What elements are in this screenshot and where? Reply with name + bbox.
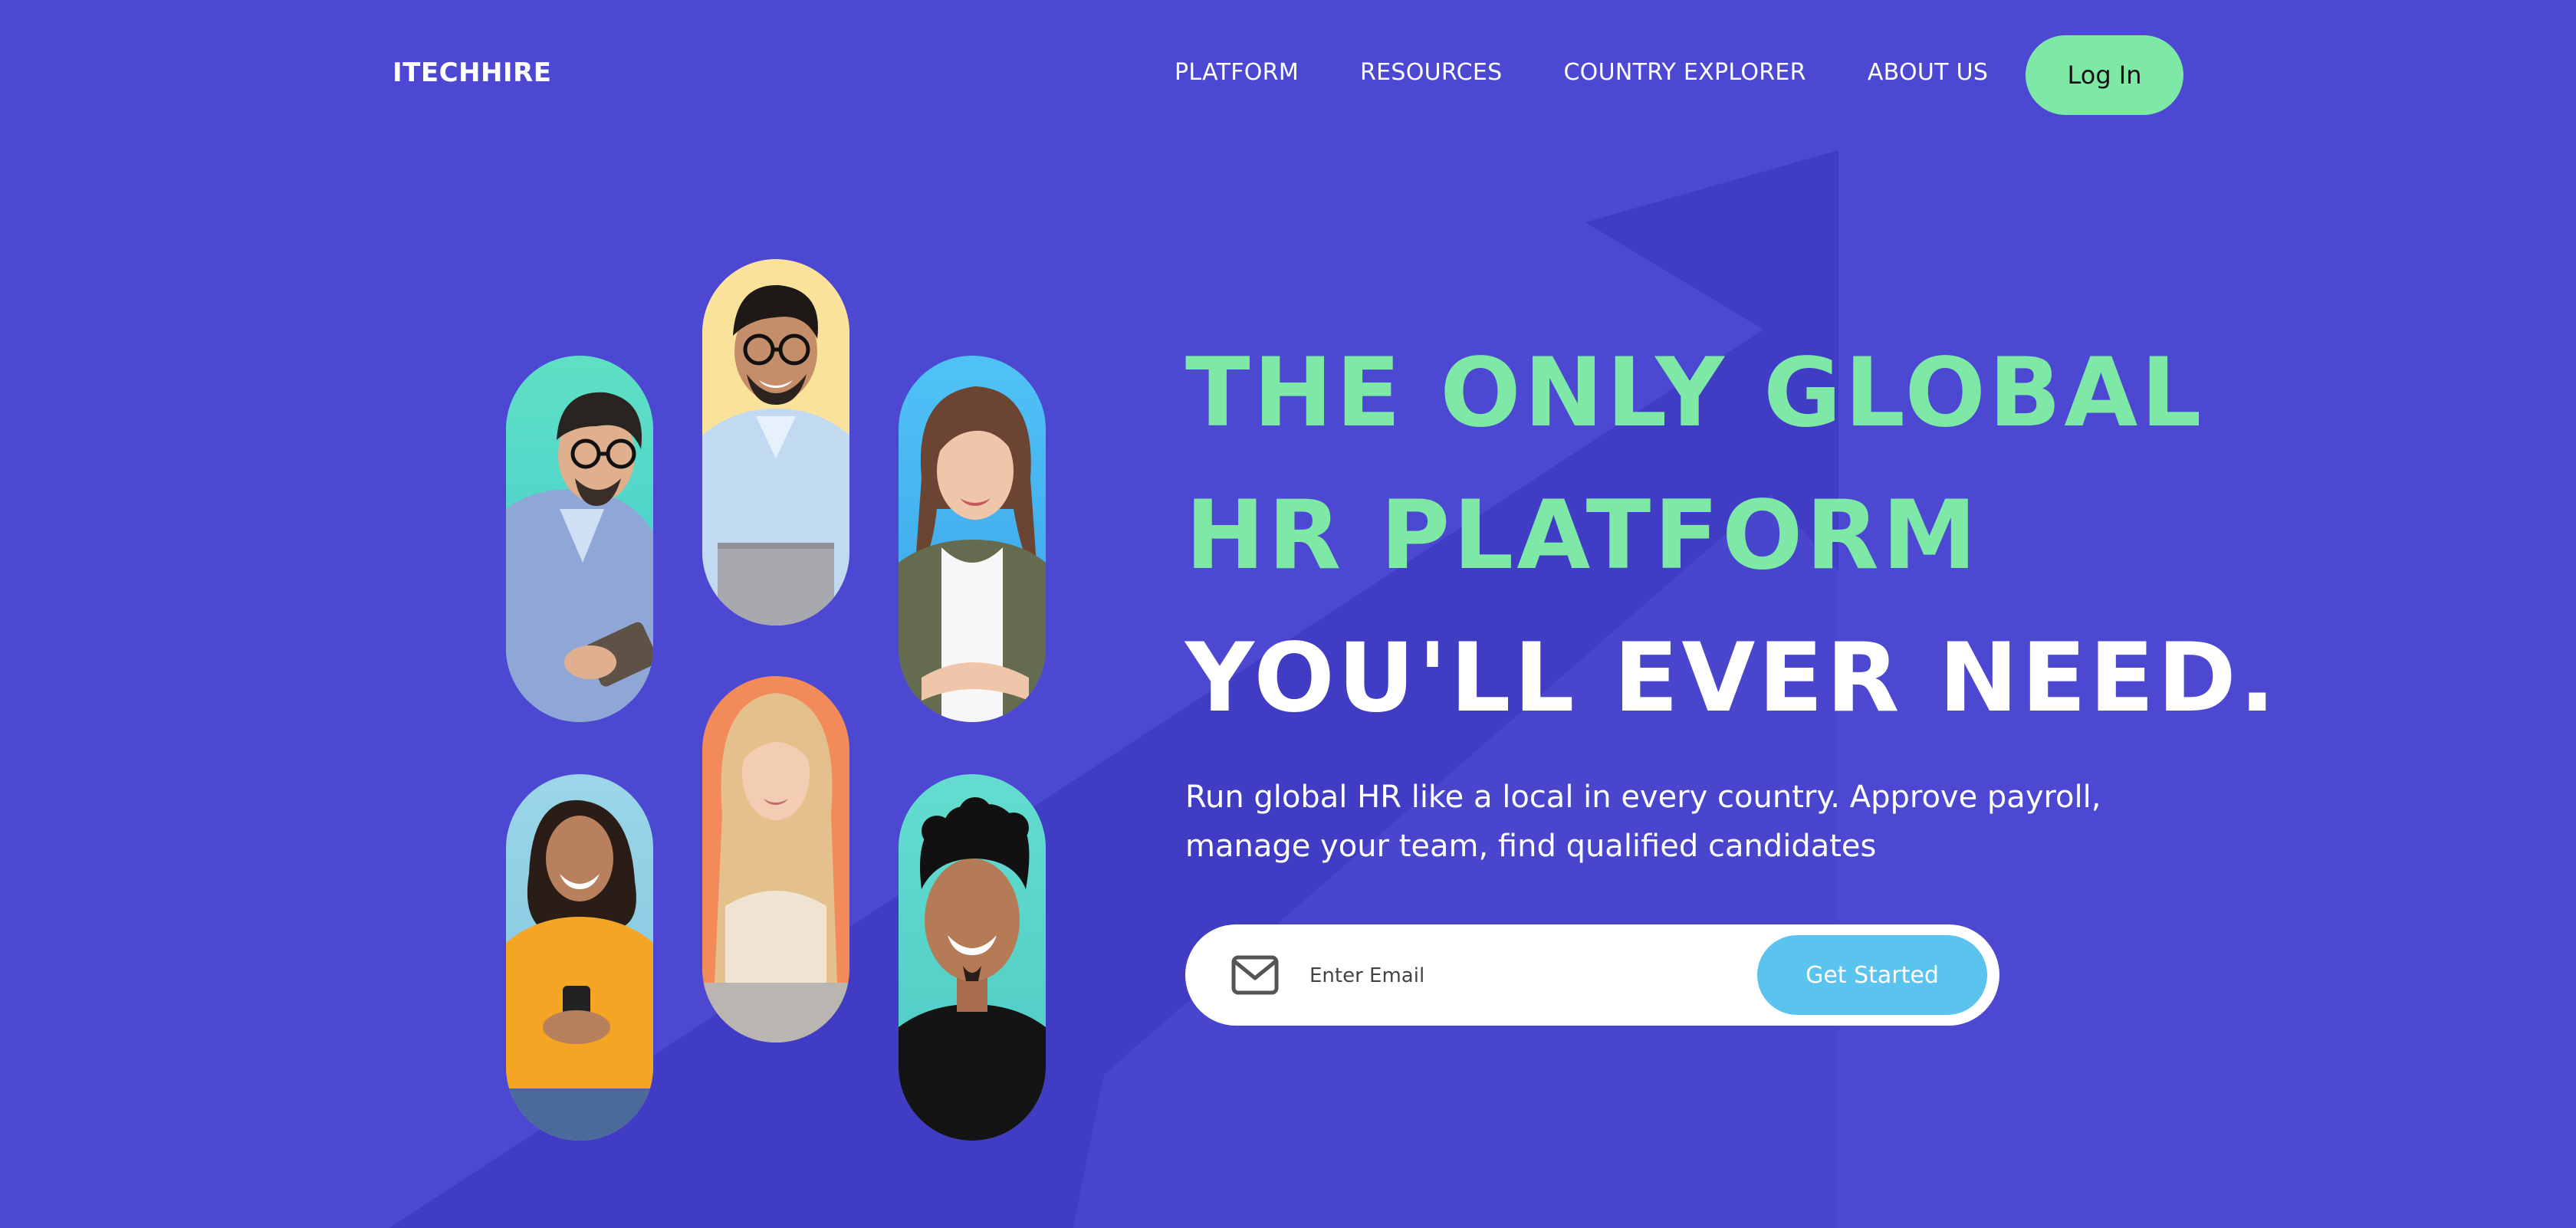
team-photo-woman-blonde xyxy=(702,676,849,1042)
landing-page: ITECHHIRE PLATFORM RESOURCES COUNTRY EXP… xyxy=(0,0,2576,1228)
email-input[interactable] xyxy=(1308,952,1710,1000)
headline-line-2: HR PLATFORM xyxy=(1185,481,1980,591)
nav-item-resources[interactable]: RESOURCES xyxy=(1360,55,1502,90)
hero-subtitle: Run global HR like a local in every coun… xyxy=(1185,773,2182,871)
headline-line-1: THE ONLY GLOBAL xyxy=(1185,338,2205,448)
team-photo-woman-jacket xyxy=(899,356,1046,722)
subtitle-line-2: manage your team, find qualified candida… xyxy=(1185,829,1877,864)
subtitle-line-1: Run global HR like a local in every coun… xyxy=(1185,780,2101,815)
team-photo-man-laptop xyxy=(702,259,849,625)
nav-item-platform[interactable]: PLATFORM xyxy=(1175,55,1299,90)
hero-headline: THE ONLY GLOBAL HR PLATFORM YOU'LL EVER … xyxy=(1185,322,2279,750)
team-photo-man-smiling xyxy=(899,774,1046,1141)
team-photo-man-tablet xyxy=(506,356,653,722)
main-nav: PLATFORM RESOURCES COUNTRY EXPLORER ABOU… xyxy=(1175,55,1988,90)
nav-item-about-us[interactable]: ABOUT US xyxy=(1868,55,1988,90)
hero-section: THE ONLY GLOBAL HR PLATFORM YOU'LL EVER … xyxy=(1185,322,2279,750)
headline-line-3: YOU'LL EVER NEED. xyxy=(1185,623,2279,734)
email-signup-form: Get Started xyxy=(1185,924,1999,1026)
team-photo-woman-phone xyxy=(506,774,653,1141)
site-header: ITECHHIRE PLATFORM RESOURCES COUNTRY EXP… xyxy=(0,0,2576,146)
get-started-button[interactable]: Get Started xyxy=(1757,935,1987,1015)
login-button[interactable]: Log In xyxy=(2026,35,2183,115)
nav-item-country-explorer[interactable]: COUNTRY EXPLORER xyxy=(1563,55,1806,90)
brand-logo[interactable]: ITECHHIRE xyxy=(393,55,552,90)
mail-icon xyxy=(1231,955,1279,995)
